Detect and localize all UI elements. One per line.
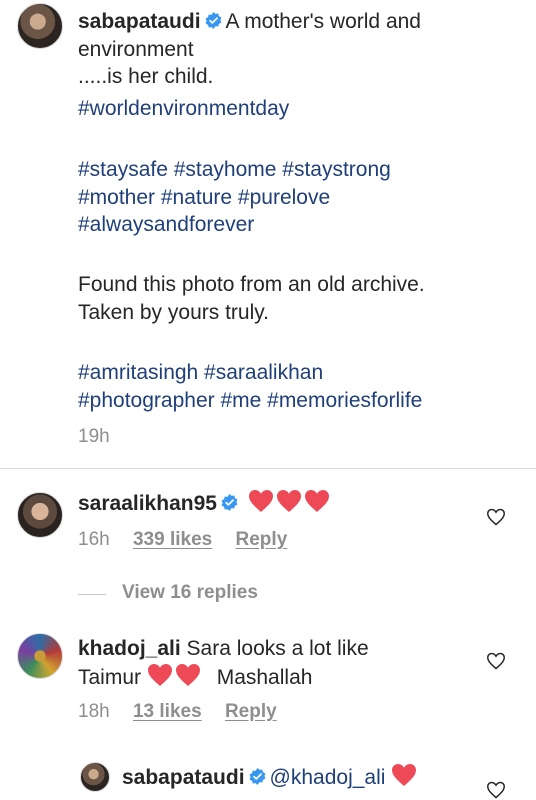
comment-1-username[interactable]: saraalikhan95 [78,492,217,515]
avatar-khadoj_ali[interactable] [17,633,63,679]
heart-emoji-icon [276,490,301,512]
caption-line-2: environment [78,37,194,61]
comment-2-text-2b: Mashallah [216,665,313,689]
verified-badge-icon [221,494,238,511]
caption-text-line-4: Found this photo from an old archive. [78,273,425,296]
verified-badge-icon [249,768,265,785]
reply-1-line: sabapataudi @khadoj_ali [122,763,419,792]
comment-1-line: saraalikhan95 [78,489,332,518]
view-replies-line [78,594,106,595]
comment-2-time: 18h [78,701,110,722]
avatar-sabapataudi[interactable] [17,3,63,49]
hashtag-line-2[interactable]: #staysafe #stayhome #staystrong [78,156,391,184]
caption-text-1: A mother's world and [225,10,421,33]
comment-1-reply-button[interactable]: Reply [236,529,288,550]
comment-2-username[interactable]: khadoj_ali [78,637,181,660]
divider [0,468,536,469]
avatar-sabapataudi-reply[interactable] [80,762,110,792]
heart-emoji-icon [147,663,172,686]
hashtag-line-6[interactable]: #photographer #me #memoriesforlife [78,387,422,415]
comment-1-likes[interactable]: 339 likes [133,529,212,550]
heart-outline-icon[interactable] [486,508,506,526]
heart-outline-icon[interactable] [486,652,506,670]
comment-2-reply-button[interactable]: Reply [225,701,277,722]
heart-emoji-icon [304,490,329,512]
comment-2-line-1: khadoj_ali Sara looks a lot like [78,635,369,663]
reply-1-mention[interactable]: @khadoj_ali [270,766,386,789]
reply-1-username[interactable]: sabapataudi [122,766,245,789]
view-replies-button[interactable]: View 16 replies [122,582,258,604]
avatar-saraalikhan95[interactable] [17,492,63,538]
comment-2-line-2: Taimur Mashallah [78,663,312,692]
comment-2-text-1: Sara looks a lot like [186,637,369,660]
post-timestamp: 19h [78,426,110,447]
hashtag-line-4[interactable]: #alwaysandforever [78,211,254,239]
hashtag-line-3[interactable]: #mother #nature #purelove [78,184,330,212]
comment-1-meta: 16h 339 likes Reply [78,529,287,551]
heart-emoji-icon [248,490,273,512]
hashtag-line-5[interactable]: #amritasingh #saraalikhan [78,359,323,387]
comment-1-time: 16h [78,529,110,550]
heart-outline-icon[interactable] [486,781,506,799]
comment-2-text-2a: Taimur [78,665,142,689]
caption-line-3: .....is her child. [78,65,214,88]
heart-emoji-icon [175,663,200,686]
comment-2-likes[interactable]: 13 likes [133,701,202,722]
hashtag-line-1[interactable]: #worldenvironmentday [78,95,289,123]
heart-emoji-icon [392,764,417,786]
caption-text-line-5: Taken by yours truly. [78,300,270,324]
caption-line-1: sabapataudi A mother's world and [78,8,421,36]
post-username[interactable]: sabapataudi [78,10,201,33]
verified-badge-icon [205,12,221,29]
comment-2-meta: 18h 13 likes Reply [78,701,277,723]
